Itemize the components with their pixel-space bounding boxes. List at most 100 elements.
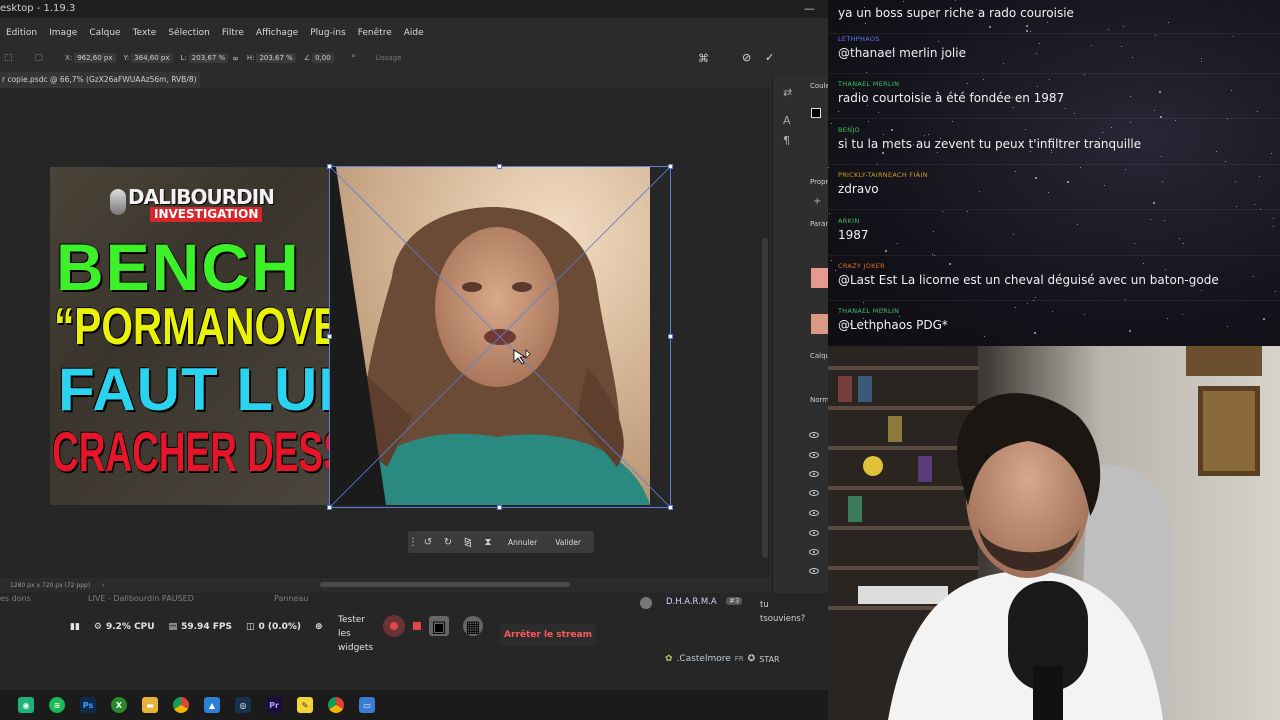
spotify-icon[interactable]: ≋ xyxy=(49,697,65,713)
virtual-cam-button[interactable]: ▦ xyxy=(463,616,483,636)
chat-message: BENJO si tu la mets au zevent tu peux t'… xyxy=(828,120,1280,165)
menu-texte[interactable]: Texte xyxy=(127,24,163,42)
handle-bottom-center[interactable] xyxy=(497,505,502,510)
flip-vertical-icon[interactable]: ⧗ xyxy=(478,537,498,548)
handle-middle-left[interactable] xyxy=(327,334,332,339)
layer-visibility-icon[interactable] xyxy=(809,568,819,574)
link-icon[interactable]: ∞ xyxy=(232,54,239,63)
layer-thumb-1[interactable] xyxy=(811,268,829,288)
menu-fenetre[interactable]: Fenêtre xyxy=(352,24,398,42)
layer-visibility-icon[interactable] xyxy=(809,510,819,516)
layer-thumb-2[interactable] xyxy=(811,314,829,334)
cancel-transform-icon[interactable]: ⊘ xyxy=(742,51,751,64)
folder-icon[interactable]: ▬ xyxy=(142,697,158,713)
height-field[interactable]: H: 203,67 % xyxy=(247,53,296,63)
layer-visibility-icon[interactable] xyxy=(809,452,819,458)
reference-point-icon[interactable]: ▢ xyxy=(35,53,44,63)
chat-message: PRICKLY-TAIRNEACH FIÁIN zdravo xyxy=(828,165,1280,210)
flip-horizontal-icon[interactable]: ⧎ xyxy=(458,537,478,548)
foreground-color-swatch[interactable] xyxy=(811,108,821,118)
test-widgets-label[interactable]: Tester les widgets xyxy=(338,613,378,655)
chrome-icon[interactable] xyxy=(173,697,189,713)
handle-bottom-left[interactable] xyxy=(327,505,332,510)
layer-visibility-icon[interactable] xyxy=(809,530,819,536)
transform-bounding-box[interactable] xyxy=(329,166,671,508)
handle-bottom-right[interactable] xyxy=(668,505,673,510)
rotate-right-icon[interactable]: ↻ xyxy=(438,537,458,548)
handle-top-right[interactable] xyxy=(668,164,673,169)
chat-message: ARKIN 1987 xyxy=(828,211,1280,256)
photos-icon[interactable]: ▲ xyxy=(204,697,220,713)
chat-message-text: radio courtoisie à été fondée en 1987 xyxy=(838,91,1065,105)
stop-stream-button[interactable]: Arrêter le stream xyxy=(500,624,596,646)
menu-aide[interactable]: Aide xyxy=(398,24,430,42)
chat-username: BENJO xyxy=(838,126,860,134)
menu-bar: Edition Image Calque Texte Sélection Fil… xyxy=(0,24,828,42)
paragraph-panel-icon[interactable]: ¶ xyxy=(783,134,790,147)
chat-message-text: @thanael merlin jolie xyxy=(838,46,966,60)
chat-message-text: si tu la mets au zevent tu peux t'infilt… xyxy=(838,137,1142,151)
thumb-line-4: CRACHER DESSUS” xyxy=(52,420,330,483)
cpu-value: 9.2% CPU xyxy=(105,622,155,632)
handle-top-left[interactable] xyxy=(327,164,332,169)
xbox-icon[interactable]: X xyxy=(111,697,127,713)
annuler-button[interactable]: Annuler xyxy=(508,538,537,547)
transform-tool-icon[interactable]: ⬚ xyxy=(4,53,13,63)
properties-panel-label[interactable]: Propr xyxy=(810,178,828,186)
notes-icon[interactable]: ✎ xyxy=(297,697,313,713)
color-panel-label[interactable]: Coule xyxy=(810,82,830,90)
valider-button[interactable]: Valider xyxy=(555,538,581,547)
handle-top-center[interactable] xyxy=(497,164,502,169)
vertical-scrollbar[interactable] xyxy=(762,238,768,558)
menu-plugins[interactable]: Plug-ins xyxy=(304,24,352,42)
screen: esktop - 1.19.3 — Edition Image Calque T… xyxy=(0,0,1280,720)
menu-edition[interactable]: Edition xyxy=(0,24,43,42)
menu-filtre[interactable]: Filtre xyxy=(216,24,250,42)
chrome-canary-icon[interactable] xyxy=(328,697,344,713)
tab-panneau[interactable]: Panneau xyxy=(274,593,308,605)
add-icon[interactable]: + xyxy=(813,196,821,207)
layer-visibility-icon[interactable] xyxy=(809,471,819,477)
obs-icon[interactable]: ◉ xyxy=(18,697,34,713)
blend-mode-label[interactable]: Norm xyxy=(810,396,829,404)
status-chevron-icon[interactable]: › xyxy=(102,582,104,589)
menu-calque[interactable]: Calque xyxy=(83,24,126,42)
tab-dons[interactable]: es dons xyxy=(0,593,31,605)
add-circle-icon[interactable]: ⊕ xyxy=(315,622,323,632)
width-field[interactable]: L: 203,67 % xyxy=(181,53,229,63)
commit-transform-icon[interactable]: ✓ xyxy=(765,51,774,64)
chat-username: THANAEL MERLIN xyxy=(838,307,900,315)
grip-icon[interactable]: ⋮ xyxy=(408,537,418,548)
obs-buttons: ▣ ▦ xyxy=(383,615,483,637)
tab-live[interactable]: LIVE - Dalibourdin PAUSED xyxy=(88,593,194,605)
x-field[interactable]: X: 962,60 px xyxy=(65,53,116,63)
star-label: STAR xyxy=(759,654,780,664)
stop-icon[interactable] xyxy=(413,622,421,630)
photoshop-icon[interactable]: Ps xyxy=(80,697,96,713)
minimize-icon[interactable]: — xyxy=(804,3,816,15)
menu-affichage[interactable]: Affichage xyxy=(250,24,304,42)
layers-panel-label[interactable]: Calqu xyxy=(810,352,830,360)
photoshop-window: esktop - 1.19.3 — Edition Image Calque T… xyxy=(0,0,830,690)
obs-stats: ▮▮ ⚙ 9.2% CPU ▤ 59.94 FPS ◫ 0 (0.0%) ⊕ xyxy=(70,615,323,639)
webcam-feed xyxy=(828,346,1280,720)
document-tab[interactable]: r copie.psdc @ 66,7% (GzX26aFWUAAz56m, R… xyxy=(0,72,200,100)
angle-field[interactable]: ∠ 0,00 ° xyxy=(304,53,355,63)
handle-middle-right[interactable] xyxy=(668,334,673,339)
menu-image[interactable]: Image xyxy=(43,24,83,42)
character-panel-icon[interactable]: A xyxy=(783,114,791,127)
layer-visibility-icon[interactable] xyxy=(809,432,819,438)
parameters-panel-label[interactable]: Parar xyxy=(810,220,828,228)
rotate-left-icon[interactable]: ↺ xyxy=(418,537,438,548)
layer-visibility-icon[interactable] xyxy=(809,490,819,496)
window-icon[interactable]: ▭ xyxy=(359,697,375,713)
y-field[interactable]: Y: 364,60 px xyxy=(124,53,173,63)
panel-collapse-icon[interactable]: ⇄ xyxy=(783,86,792,99)
premiere-icon[interactable]: Pr xyxy=(266,697,282,713)
steam-icon[interactable]: ◎ xyxy=(235,697,251,713)
record-button[interactable] xyxy=(383,615,405,637)
save-replay-button[interactable]: ▣ xyxy=(429,616,449,636)
warp-icon[interactable]: ⌘ xyxy=(698,52,709,65)
menu-selection[interactable]: Sélection xyxy=(162,24,215,42)
layer-visibility-icon[interactable] xyxy=(809,549,819,555)
